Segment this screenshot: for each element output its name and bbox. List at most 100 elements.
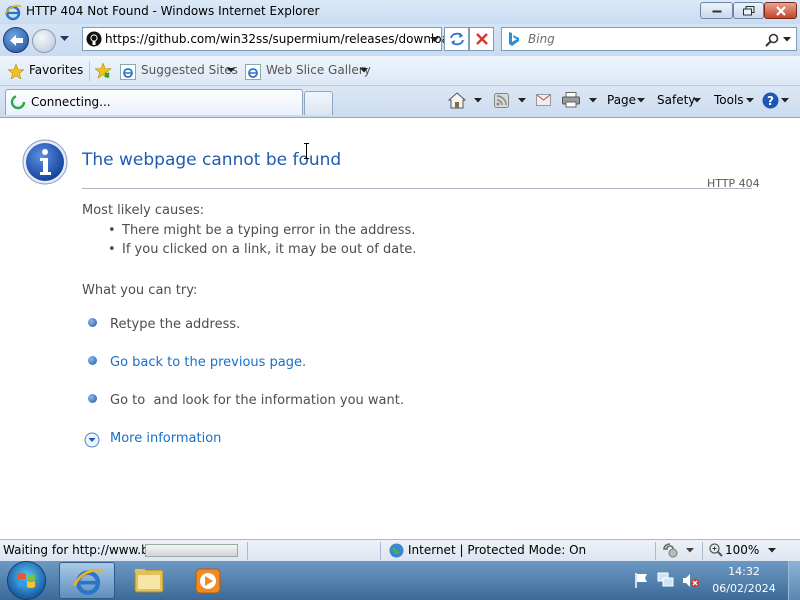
stop-button[interactable] (469, 27, 494, 51)
loading-spinner-icon (10, 94, 26, 110)
recent-pages-dropdown-icon[interactable] (60, 36, 69, 42)
taskbar-media-player-button[interactable] (181, 562, 237, 599)
search-box[interactable]: Bing (501, 27, 797, 51)
tools-dropdown-icon[interactable] (746, 98, 754, 103)
taskbar-explorer-button[interactable] (121, 562, 177, 599)
search-options-dropdown-icon[interactable] (783, 37, 791, 42)
print-dropdown-icon[interactable] (589, 98, 597, 103)
tab-row: Connecting... Page Safety Tools ? (0, 86, 800, 118)
go-back-link[interactable]: Go back to the previous page. (110, 355, 306, 370)
safety-dropdown-icon[interactable] (693, 98, 701, 103)
tab-current[interactable]: Connecting... (5, 89, 303, 115)
info-icon (22, 139, 68, 185)
action-center-flag-icon[interactable] (634, 573, 648, 588)
minimize-icon (712, 10, 721, 12)
back-button[interactable] (3, 27, 29, 53)
bullet: • (108, 242, 116, 257)
windows-logo-icon (18, 573, 35, 588)
cause-item: There might be a typing error in the add… (122, 223, 416, 238)
read-mail-icon[interactable] (536, 94, 551, 106)
causes-heading: Most likely causes: (82, 203, 205, 218)
address-dropdown-icon[interactable] (430, 37, 439, 43)
favorites-bar: Favorites Suggested Sites Web Slice Gall… (0, 56, 800, 86)
safety-menu[interactable]: Safety (657, 93, 695, 107)
retype-suggestion: Retype the address. (110, 317, 241, 332)
search-icon[interactable] (765, 33, 779, 47)
zoom-dropdown-icon[interactable] (768, 548, 776, 553)
refresh-button[interactable] (444, 27, 469, 51)
http-status-code: HTTP 404 (707, 177, 760, 190)
status-text: Waiting for http://www.bi (3, 543, 153, 557)
progress-bar (145, 544, 238, 557)
home-icon[interactable] (448, 92, 466, 109)
zoom-icon[interactable] (709, 543, 723, 557)
expand-chevron-icon[interactable] (84, 432, 100, 448)
close-icon (775, 5, 786, 16)
media-player-icon (195, 568, 221, 594)
security-zone[interactable]: Internet | Protected Mode: On (408, 543, 586, 557)
protected-mode-dropdown-icon[interactable] (686, 548, 694, 553)
folder-icon (134, 569, 164, 593)
tools-menu[interactable]: Tools (714, 93, 744, 107)
new-tab-button[interactable] (304, 91, 333, 115)
more-information-link[interactable]: More information (110, 431, 221, 446)
protected-mode-icon[interactable] (662, 543, 678, 558)
bing-logo-icon (509, 32, 519, 46)
ie-logo-icon (73, 569, 103, 595)
help-icon[interactable]: ? (762, 92, 779, 109)
web-slice-dropdown-icon[interactable] (360, 68, 368, 73)
minimize-button[interactable] (700, 2, 733, 19)
navigation-bar: https://github.com/win32ss/supermium/rel… (0, 24, 800, 56)
restore-icon (742, 5, 754, 15)
volume-muted-icon[interactable] (682, 573, 700, 588)
text-cursor-icon (304, 143, 309, 159)
suggested-sites-link[interactable]: Suggested Sites (141, 63, 238, 77)
refresh-icon (450, 32, 464, 46)
show-desktop-button[interactable] (788, 561, 800, 600)
address-bar[interactable]: https://github.com/win32ss/supermium/rel… (82, 27, 457, 51)
back-arrow-icon (10, 35, 23, 46)
help-dropdown-icon[interactable] (781, 98, 789, 103)
ie-page-icon (245, 64, 261, 80)
title-bar: HTTP 404 Not Found - Windows Internet Ex… (0, 0, 800, 24)
github-favicon-icon (86, 31, 102, 47)
restore-button[interactable] (733, 2, 764, 19)
page-dropdown-icon[interactable] (637, 98, 645, 103)
svg-text:?: ? (767, 94, 774, 108)
favorites-button[interactable]: Favorites (29, 63, 83, 77)
favorites-star-icon (8, 64, 24, 79)
feeds-dropdown-icon[interactable] (518, 98, 526, 103)
suggested-sites-dropdown-icon[interactable] (227, 68, 235, 73)
clock-date[interactable]: 06/02/2024 (709, 582, 779, 595)
bullet-dot-icon (88, 356, 97, 365)
page-menu[interactable]: Page (607, 93, 636, 107)
taskbar: 14:32 06/02/2024 (0, 561, 800, 600)
cause-item: If you clicked on a link, it may be out … (122, 242, 417, 257)
bullet-dot-icon (88, 394, 97, 403)
divider (702, 542, 703, 560)
home-dropdown-icon[interactable] (474, 98, 482, 103)
tab-label: Connecting... (31, 95, 111, 109)
divider (655, 542, 656, 560)
page-title: The webpage cannot be found (82, 150, 342, 170)
globe-icon (389, 543, 404, 558)
taskbar-ie-button[interactable] (59, 562, 115, 599)
divider (82, 188, 752, 189)
forward-button[interactable] (32, 29, 56, 53)
feeds-icon[interactable] (494, 93, 509, 108)
network-icon[interactable] (657, 572, 674, 588)
clock-time[interactable]: 14:32 (709, 565, 779, 578)
goto-suggestion: Go to and look for the information you w… (110, 393, 404, 408)
divider (247, 542, 248, 560)
zoom-level[interactable]: 100% (725, 543, 759, 557)
divider (89, 61, 90, 81)
address-text[interactable]: https://github.com/win32ss/supermium/rel… (105, 32, 457, 46)
search-input[interactable]: Bing (528, 32, 555, 46)
web-slice-gallery-link[interactable]: Web Slice Gallery (266, 63, 371, 77)
close-button[interactable] (764, 2, 797, 19)
print-icon[interactable] (562, 92, 580, 108)
ie-logo-icon (4, 4, 22, 21)
try-heading: What you can try: (82, 283, 198, 298)
add-to-favorites-icon[interactable] (95, 63, 113, 79)
start-button[interactable] (8, 562, 45, 599)
